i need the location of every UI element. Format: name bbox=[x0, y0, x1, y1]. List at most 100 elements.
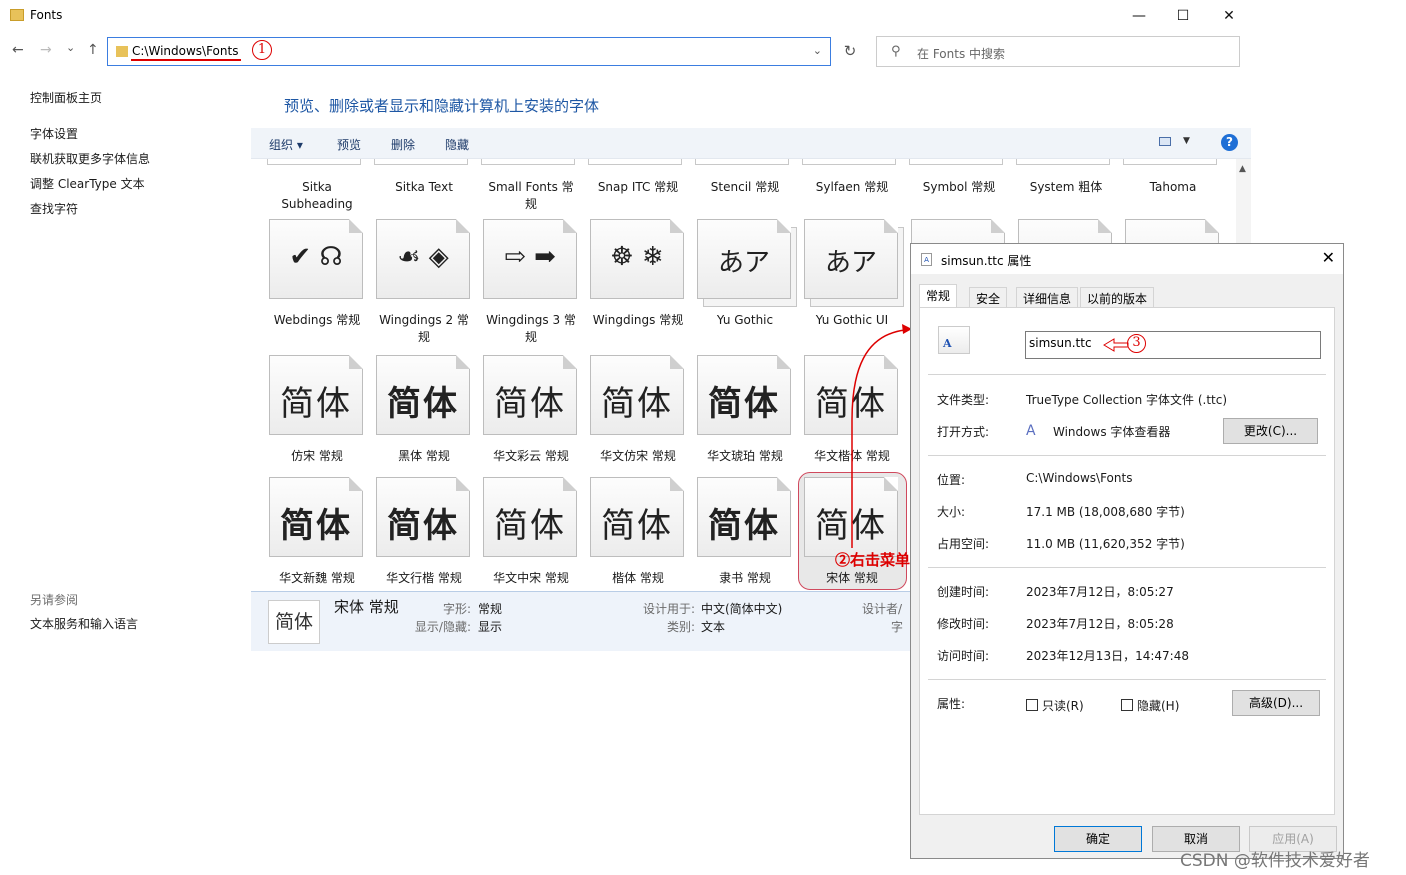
location-label: 位置: bbox=[937, 473, 966, 487]
dialog-close-button[interactable]: ✕ bbox=[1322, 248, 1335, 267]
accessed-label: 访问时间: bbox=[937, 649, 990, 663]
advanced-button[interactable]: 高级(D)... bbox=[1232, 690, 1320, 716]
attributes-label: 属性: bbox=[937, 697, 966, 711]
hidden-label[interactable]: 隐藏(H) bbox=[1137, 697, 1179, 714]
scroll-up-arrow-icon[interactable]: ▲ bbox=[1239, 164, 1246, 174]
dialog-title: simsun.ttc 属性 bbox=[941, 254, 1032, 268]
font-tile[interactable]: ✔ ☊ bbox=[269, 219, 363, 299]
chevron-down-icon[interactable]: ⌄ bbox=[813, 44, 822, 57]
font-tile[interactable]: ⇨ ➡ bbox=[483, 219, 577, 299]
font-sample-glyph: 简体 bbox=[708, 384, 780, 424]
hide-button[interactable]: 隐藏 bbox=[445, 136, 469, 153]
font-tile-edge bbox=[588, 159, 682, 165]
folder-icon bbox=[116, 46, 128, 57]
help-icon[interactable]: ? bbox=[1221, 134, 1238, 151]
recent-locations-icon[interactable]: ⌄ bbox=[66, 41, 75, 54]
filename-field[interactable]: simsun.ttc bbox=[1025, 331, 1321, 359]
nav-online-font-info[interactable]: 联机获取更多字体信息 bbox=[30, 150, 150, 167]
readonly-checkbox[interactable] bbox=[1026, 699, 1038, 711]
font-name-label[interactable]: 宋体 常规 bbox=[782, 570, 922, 587]
tab-details[interactable]: 详细信息 bbox=[1016, 287, 1079, 307]
disk-size-label: 占用空间: bbox=[937, 537, 990, 551]
tab-previous-versions[interactable]: 以前的版本 bbox=[1080, 287, 1155, 307]
font-sample-glyph: あア bbox=[717, 248, 770, 278]
font-tile[interactable]: 简体 bbox=[590, 477, 684, 557]
nav-find-character[interactable]: 查找字符 bbox=[30, 200, 78, 217]
details-show-label: 显示/隐藏: bbox=[414, 620, 471, 634]
font-tile[interactable]: ☸ ❄ bbox=[590, 219, 684, 299]
details-category-label: 类别: bbox=[666, 620, 695, 634]
font-tile[interactable]: 简体 bbox=[483, 477, 577, 557]
font-name-label[interactable]: Yu Gothic UI bbox=[782, 312, 922, 329]
up-arrow-icon[interactable]: ↑ bbox=[87, 42, 99, 58]
hidden-checkbox[interactable] bbox=[1121, 699, 1133, 711]
font-sample-glyph: 简体 bbox=[494, 506, 566, 546]
size-label: 大小: bbox=[937, 505, 966, 519]
open-with-label: 打开方式: bbox=[937, 425, 990, 439]
search-box[interactable]: ⚲ 在 Fonts 中搜索 bbox=[876, 36, 1240, 67]
command-toolbar: 组织 ▾ 预览 删除 隐藏 ▼ ? bbox=[251, 128, 1251, 159]
font-tile-edge bbox=[1016, 159, 1110, 165]
filename-value[interactable]: simsun.ttc bbox=[1029, 336, 1092, 350]
address-bar[interactable]: C:\Windows\Fonts ⌄ bbox=[107, 37, 831, 66]
font-tile[interactable]: ☙ ◈ bbox=[376, 219, 470, 299]
maximize-button[interactable]: ☐ bbox=[1172, 6, 1194, 26]
view-options-icon[interactable] bbox=[1159, 137, 1171, 146]
font-tile[interactable]: 简体 bbox=[697, 355, 791, 435]
modified-value: 2023年7月12日，8:05:28 bbox=[1026, 617, 1174, 631]
font-name-label[interactable]: 华文楷体 常规 bbox=[782, 448, 922, 465]
font-sample-glyph: 简体 bbox=[708, 506, 780, 546]
nav-control-panel-home[interactable]: 控制面板主页 bbox=[30, 89, 102, 106]
font-tile[interactable]: 简体 bbox=[804, 477, 898, 557]
font-sample-glyph: 简体 bbox=[494, 384, 566, 424]
details-char-label: 字 bbox=[891, 620, 904, 634]
readonly-label[interactable]: 只读(R) bbox=[1042, 697, 1084, 714]
font-tile[interactable]: 简体 bbox=[590, 355, 684, 435]
change-button[interactable]: 更改(C)... bbox=[1223, 418, 1318, 444]
nav-adjust-cleartype[interactable]: 调整 ClearType 文本 bbox=[30, 175, 145, 192]
tab-security[interactable]: 安全 bbox=[969, 287, 1008, 307]
nav-text-services[interactable]: 文本服务和输入语言 bbox=[30, 615, 138, 632]
font-tile[interactable]: 简体 bbox=[376, 477, 470, 557]
details-pane: 简体 宋体 常规 字形: 常规 显示/隐藏: 显示 设计用于: 中文(简体中文)… bbox=[251, 591, 911, 651]
font-sample-glyph: ☸ ❄ bbox=[610, 242, 664, 272]
font-name-label[interactable]: Tahoma bbox=[1103, 179, 1243, 196]
font-tile-edge bbox=[267, 159, 361, 165]
font-sample-glyph: 简体 bbox=[815, 506, 887, 546]
nav-font-settings[interactable]: 字体设置 bbox=[30, 125, 78, 142]
see-also-title: 另请参阅 bbox=[30, 593, 79, 607]
font-sample-glyph: ☙ ◈ bbox=[397, 242, 449, 272]
font-tile[interactable]: 简体 bbox=[269, 477, 363, 557]
location-value: C:\Windows\Fonts bbox=[1026, 471, 1133, 485]
font-tile[interactable]: 简体 bbox=[376, 355, 470, 435]
chevron-down-icon[interactable]: ▼ bbox=[1183, 136, 1190, 146]
minimize-button[interactable]: — bbox=[1128, 6, 1150, 26]
font-tile[interactable]: 简体 bbox=[483, 355, 577, 435]
preview-button[interactable]: 预览 bbox=[337, 136, 361, 153]
close-button[interactable]: ✕ bbox=[1218, 6, 1240, 26]
details-style-label: 字形: bbox=[442, 602, 471, 616]
back-arrow-icon[interactable]: ← bbox=[12, 42, 24, 58]
annotation-marker-3: 3 bbox=[1127, 334, 1146, 353]
ok-button[interactable]: 确定 bbox=[1054, 826, 1142, 852]
forward-arrow-icon[interactable]: → bbox=[40, 42, 52, 58]
disk-size-value: 11.0 MB (11,620,352 字节) bbox=[1026, 537, 1185, 551]
separator bbox=[928, 679, 1326, 680]
type-value: TrueType Collection 字体文件 (.ttc) bbox=[1026, 393, 1228, 407]
delete-button[interactable]: 删除 bbox=[391, 136, 415, 153]
font-tile[interactable]: 简体 bbox=[269, 355, 363, 435]
refresh-icon[interactable]: ↻ bbox=[838, 37, 862, 66]
font-tile[interactable]: 简体 bbox=[804, 355, 898, 435]
font-tile[interactable]: あア bbox=[697, 219, 791, 299]
font-preview-thumbnail: 简体 bbox=[268, 600, 320, 644]
address-path[interactable]: C:\Windows\Fonts bbox=[132, 44, 238, 58]
organize-menu[interactable]: 组织 ▾ bbox=[269, 136, 303, 153]
font-tile-edge bbox=[695, 159, 789, 165]
font-sample-glyph: 简体 bbox=[815, 384, 887, 424]
font-tile[interactable]: 简体 bbox=[697, 477, 791, 557]
general-tab-panel: A simsun.ttc 3 文件类型: TrueType Collection… bbox=[919, 307, 1335, 815]
modified-label: 修改时间: bbox=[937, 617, 990, 631]
search-placeholder[interactable]: 在 Fonts 中搜索 bbox=[917, 45, 1005, 62]
font-tile[interactable]: あア bbox=[804, 219, 898, 299]
tab-general[interactable]: 常规 bbox=[919, 284, 958, 308]
